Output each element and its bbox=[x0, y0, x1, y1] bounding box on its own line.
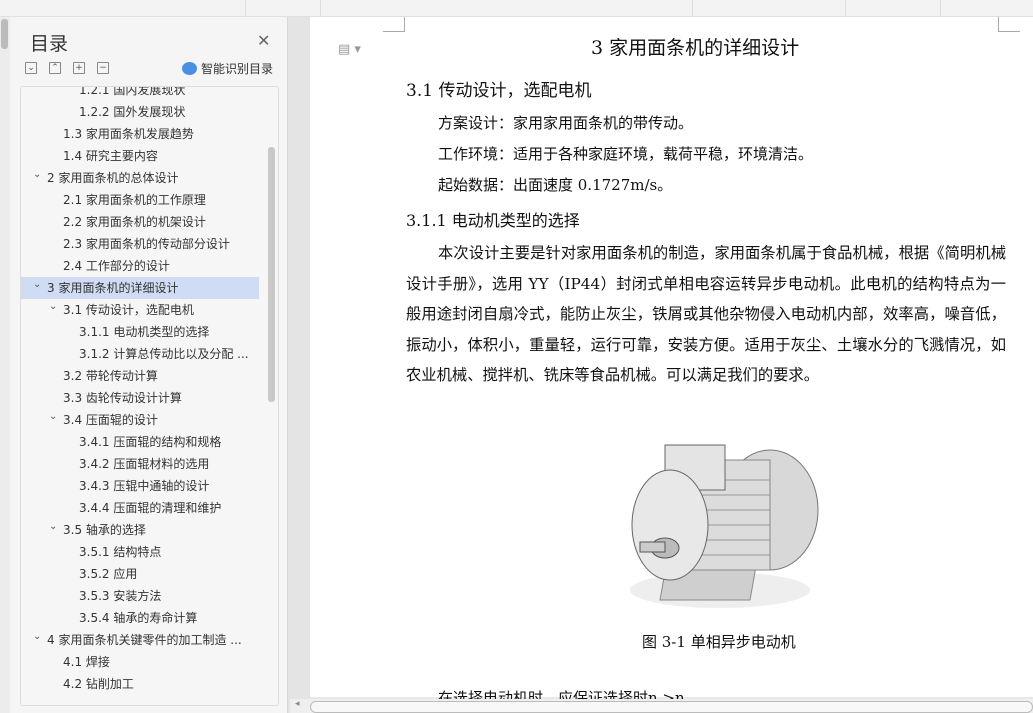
toc-item-label: 2 家用面条机的总体设计 bbox=[47, 171, 179, 185]
toc-item-label: 3.4.3 压辊中通轴的设计 bbox=[79, 479, 210, 493]
toc-item-label: 3 家用面条机的详细设计 bbox=[47, 281, 179, 295]
toc-item[interactable]: 1.3 家用面条机发展趋势 bbox=[21, 123, 259, 145]
toc-item[interactable]: 1.2.2 国外发展现状 bbox=[21, 101, 259, 123]
paragraph-line: 方案设计：家用家用面条机的带传动。 bbox=[438, 114, 694, 132]
toc-item[interactable]: 3.1.2 计算总传动比以及分配 ... bbox=[21, 343, 259, 365]
toolbar bbox=[0, 0, 1033, 17]
toc-item-label: 3.5.2 应用 bbox=[79, 567, 138, 581]
toc-item[interactable]: 3.4.4 压面辊的清理和维护 bbox=[21, 497, 259, 519]
toc-item-label: 1.4 研究主要内容 bbox=[63, 149, 158, 163]
toc-item-label: 4.1 焊接 bbox=[63, 655, 110, 669]
doc-margin bbox=[287, 17, 310, 713]
chevron-down-icon[interactable]: ⌄ bbox=[49, 519, 57, 538]
toc-item[interactable]: ⌄ 3.5 轴承的选择 bbox=[21, 519, 259, 541]
toc-item[interactable]: ⌄ 2 家用面条机的总体设计 bbox=[21, 167, 259, 189]
ai-icon bbox=[182, 62, 197, 75]
toc-item-label: 2.4 工作部分的设计 bbox=[63, 259, 170, 273]
outer-scrollbar[interactable] bbox=[0, 17, 10, 713]
toc-item[interactable]: 4.1 焊接 bbox=[21, 651, 259, 673]
toc-item[interactable]: 3.2 带轮传动计算 bbox=[21, 365, 259, 387]
toc-item[interactable]: 3.5.4 轴承的寿命计算 bbox=[21, 607, 259, 629]
toc-item-label: 3.4 压面辊的设计 bbox=[63, 413, 158, 427]
toc-item[interactable]: ⌄ 3.1 传动设计，选配电机 bbox=[21, 299, 259, 321]
paragraph-line: 起始数据：出面速度 0.1727m/s。 bbox=[438, 176, 673, 194]
toc-item[interactable]: 3.1.1 电动机类型的选择 bbox=[21, 321, 259, 343]
toc-item-label: 3.1.1 电动机类型的选择 bbox=[79, 325, 210, 339]
toc-item[interactable]: 3.5.1 结构特点 bbox=[21, 541, 259, 563]
toc-panel: 目录 ✕ ⌄ ⌃ + − 智能识别目录 1.2.1 国内发展现状 1.2.2 国外… bbox=[10, 17, 287, 713]
expand-up-icon[interactable]: ⌃ bbox=[49, 62, 61, 74]
scroll-left-icon[interactable]: ◂ bbox=[295, 699, 300, 709]
document-icon[interactable]: ▤ ▾ bbox=[338, 42, 361, 57]
toc-item-label: 1.3 家用面条机发展趋势 bbox=[63, 127, 194, 141]
toc-item[interactable]: 3.4.3 压辊中通轴的设计 bbox=[21, 475, 259, 497]
toc-item-label: 3.2 带轮传动计算 bbox=[63, 369, 158, 383]
collapse-all-icon[interactable]: ⌄ bbox=[25, 62, 37, 74]
plus-icon[interactable]: + bbox=[73, 62, 85, 74]
paragraph-line: 工作环境：适用于各种家庭环境，载荷平稳，环境清洁。 bbox=[438, 145, 814, 163]
toc-item[interactable]: 3.5.3 安装方法 bbox=[21, 585, 259, 607]
chevron-down-icon[interactable]: ⌄ bbox=[33, 629, 41, 648]
toc-item-label: 3.5.3 安装方法 bbox=[79, 589, 162, 603]
chevron-down-icon[interactable]: ⌄ bbox=[49, 409, 57, 428]
toc-item-label: 2.3 家用面条机的传动部分设计 bbox=[63, 237, 230, 251]
motor-image bbox=[630, 444, 819, 608]
toc-item[interactable]: 2.1 家用面条机的工作原理 bbox=[21, 189, 259, 211]
toc-item-label: 1.2.2 国外发展现状 bbox=[79, 105, 186, 119]
section-heading: 3.1 传动设计，选配电机 bbox=[406, 81, 592, 101]
toc-item[interactable]: 3.4.1 压面辊的结构和规格 bbox=[21, 431, 259, 453]
chapter-heading: 3 家用面条机的详细设计 bbox=[591, 37, 800, 59]
toc-item[interactable]: 3.4.2 压面辊材料的选用 bbox=[21, 453, 259, 475]
toc-title: 目录 bbox=[30, 33, 69, 55]
toc-item[interactable]: 2.4 工作部分的设计 bbox=[21, 255, 259, 277]
chevron-down-icon[interactable]: ⌄ bbox=[49, 299, 57, 318]
toc-item[interactable]: 2.2 家用面条机的机架设计 bbox=[21, 211, 259, 233]
minus-icon[interactable]: − bbox=[97, 62, 109, 74]
horizontal-scrollbar[interactable]: ◂ bbox=[290, 699, 1033, 713]
toc-scrollbar[interactable] bbox=[268, 147, 275, 402]
toc-item[interactable]: 3.5.2 应用 bbox=[21, 563, 259, 585]
subsection-heading: 3.1.1 电动机类型的选择 bbox=[406, 211, 580, 230]
smart-toc-label: 智能识别目录 bbox=[201, 62, 274, 76]
body-paragraph: 本次设计主要是针对家用面条机的制造，家用面条机属于食品机械，根据《简明机械设计手… bbox=[406, 244, 1006, 384]
toc-item[interactable]: ⌄ 4 家用面条机关键零件的加工制造 ... bbox=[21, 629, 259, 651]
toc-item[interactable]: 3.3 齿轮传动设计计算 bbox=[21, 387, 259, 409]
toc-item-label: 4 家用面条机关键零件的加工制造 ... bbox=[47, 633, 242, 647]
chevron-down-icon[interactable]: ⌄ bbox=[33, 277, 41, 296]
toc-item-label: 3.5 轴承的选择 bbox=[63, 523, 146, 537]
toc-item-label: 3.1 传动设计，选配电机 bbox=[63, 303, 194, 317]
toc-item-label: 3.5.1 结构特点 bbox=[79, 545, 162, 559]
toc-item-label: 3.1.2 计算总传动比以及分配 ... bbox=[79, 347, 249, 361]
toc-item[interactable]: 1.4 研究主要内容 bbox=[21, 145, 259, 167]
toc-item-label: 3.4.4 压面辊的清理和维护 bbox=[79, 501, 222, 515]
chevron-down-icon[interactable]: ⌄ bbox=[33, 167, 41, 186]
toc-item[interactable]: ⌄ 3.4 压面辊的设计 bbox=[21, 409, 259, 431]
toc-item-label: 4.2 钻削加工 bbox=[63, 677, 134, 691]
toc-item-label: 3.5.4 轴承的寿命计算 bbox=[79, 611, 198, 625]
toc-item-label: 3.4.2 压面辊材料的选用 bbox=[79, 457, 210, 471]
figure-caption: 图 3-1 单相异步电动机 bbox=[642, 633, 796, 651]
toc-item[interactable]: 1.2.1 国内发展现状 bbox=[21, 86, 259, 101]
toc-item-label: 2.1 家用面条机的工作原理 bbox=[63, 193, 206, 207]
toc-list: 1.2.1 国内发展现状 1.2.2 国外发展现状 1.3 家用面条机发展趋势 1.4… bbox=[20, 86, 279, 706]
toc-item-label: 3.4.1 压面辊的结构和规格 bbox=[79, 435, 222, 449]
smart-toc-button[interactable]: 智能识别目录 bbox=[182, 60, 273, 77]
toc-item[interactable]: ⌄ 3 家用面条机的详细设计 bbox=[21, 277, 259, 299]
toc-item-label: 3.3 齿轮传动设计计算 bbox=[63, 391, 182, 405]
close-icon[interactable]: ✕ bbox=[257, 31, 270, 50]
toc-item-label: 2.2 家用面条机的机架设计 bbox=[63, 215, 206, 229]
toc-item[interactable]: 4.2 钻削加工 bbox=[21, 673, 259, 695]
toc-item[interactable]: 2.3 家用面条机的传动部分设计 bbox=[21, 233, 259, 255]
toc-item-label: 1.2.1 国内发展现状 bbox=[79, 86, 186, 97]
